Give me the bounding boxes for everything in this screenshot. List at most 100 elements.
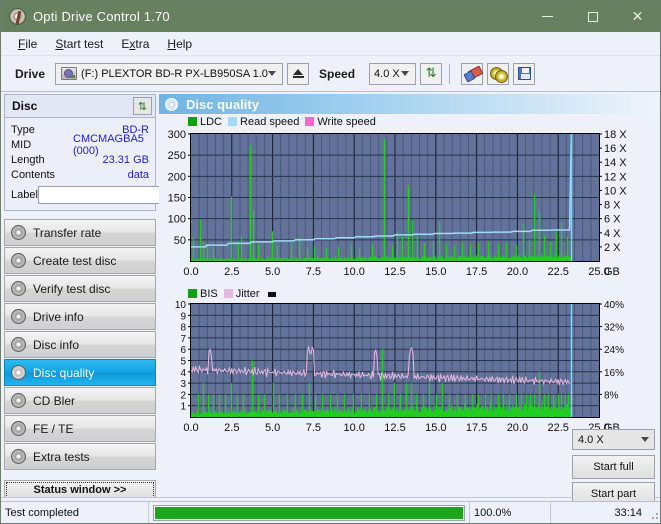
chart1-canvas: 50 100 150 200 250 300 2 X 4 X 6 X 8 X 10 X 12 X 14 … (168, 129, 628, 278)
nav-list: Transfer rate Create test disc Verify te… (4, 219, 156, 500)
window-controls: ✕ (525, 1, 660, 32)
svg-text:0.0: 0.0 (183, 422, 198, 434)
drive-icon (61, 67, 78, 80)
svg-text:17.5: 17.5 (466, 422, 487, 434)
disc-icon (11, 309, 26, 324)
sidebar-item-verify-test-disc[interactable]: Verify test disc (4, 275, 156, 302)
disc-contents-value: data (127, 168, 149, 181)
sidebar-item-create-test-disc[interactable]: Create test disc (4, 247, 156, 274)
svg-text:10: 10 (175, 300, 187, 311)
refresh-button[interactable]: ⇅ (420, 62, 443, 85)
sidebar-item-transfer-rate[interactable]: Transfer rate (4, 219, 156, 246)
svg-text:14 X: 14 X (604, 157, 627, 169)
sidebar-item-drive-info[interactable]: Drive info (4, 303, 156, 330)
sidebar-item-disc-quality[interactable]: Disc quality (4, 359, 156, 386)
disc-icon (11, 449, 26, 464)
svg-text:10 X: 10 X (604, 185, 627, 197)
menu-file[interactable]: File (9, 35, 46, 53)
close-button[interactable]: ✕ (615, 1, 660, 32)
sidebar-item-label: Disc info (33, 337, 80, 352)
ldc-read-speed-chart[interactable]: LDC Read speed Write speed 50 100 150 200 25… (159, 114, 658, 286)
eject-button[interactable] (287, 62, 310, 85)
disc-info-panel: Type BD-R MID CMCMAGBA5 (000) Length 23.… (4, 117, 240, 211)
svg-text:8%: 8% (604, 390, 619, 401)
svg-text:6: 6 (180, 345, 186, 356)
chevron-down-icon (268, 71, 277, 76)
svg-text:16%: 16% (604, 368, 624, 379)
status-message: Test completed (1, 502, 149, 523)
svg-text:2 X: 2 X (604, 242, 621, 254)
chart2-canvas: 12345678910 8% 16% 24% 32% 40% 0.0 2.5 5.0 7.5 10.… (175, 300, 624, 434)
svg-text:10.0: 10.0 (343, 422, 364, 434)
page-title: Disc quality (186, 96, 259, 112)
speed-label: Speed (319, 66, 356, 81)
drive-select-value: (F:) PLEXTOR BD-R PX-LB950SA 1.06 (81, 67, 269, 80)
disc-row: MID CMCMAGBA5 (000) (11, 133, 149, 157)
disc-refresh-button[interactable]: ⇅ (133, 97, 152, 115)
svg-text:18 X: 18 X (604, 129, 627, 141)
disc-icon (11, 337, 26, 352)
resize-grip[interactable] (649, 510, 659, 520)
disc-type-label: Type (11, 123, 35, 136)
menu-extra[interactable]: Extra (112, 35, 158, 53)
menu-file-label: ile (25, 36, 38, 51)
drive-label: Drive (15, 66, 46, 81)
erase-button[interactable] (461, 62, 484, 85)
svg-text:15.0: 15.0 (425, 266, 446, 278)
eject-icon (292, 69, 304, 78)
disc-mid-label: MID (11, 138, 32, 151)
speed-select[interactable]: 4.0 X (369, 62, 417, 85)
save-button[interactable] (513, 62, 536, 85)
disc-tools-icon (490, 66, 509, 83)
svg-text:7.5: 7.5 (306, 422, 321, 434)
svg-text:15.0: 15.0 (425, 422, 446, 434)
svg-text:3: 3 (180, 379, 186, 390)
svg-text:40%: 40% (604, 300, 624, 311)
svg-text:12.5: 12.5 (384, 266, 405, 278)
maximize-button[interactable] (570, 1, 615, 32)
disc-panel-header: Disc ⇅ (4, 94, 156, 117)
svg-text:32%: 32% (604, 323, 624, 334)
sidebar-item-fe-te[interactable]: FE / TE (4, 415, 156, 442)
sidebar-item-disc-info[interactable]: Disc info (4, 331, 156, 358)
test-speed-select[interactable]: 4.0 X (572, 429, 655, 450)
disc-panel-title: Disc (12, 99, 38, 113)
main-body: Disc ⇅ Type BD-R MID CMCMAGBA5 (000) Len… (1, 92, 660, 500)
menu-start-test-label: tart test (63, 36, 104, 51)
progress-bar-fill (155, 506, 463, 519)
sidebar-item-label: Drive info (33, 309, 84, 324)
svg-text:6 X: 6 X (604, 214, 621, 226)
content-header: Disc quality (159, 94, 658, 114)
window-title: Opti Drive Control 1.70 (33, 9, 170, 24)
sidebar: Disc ⇅ Type BD-R MID CMCMAGBA5 (000) Len… (1, 92, 240, 500)
start-full-button[interactable]: Start full (572, 455, 655, 479)
menu-help[interactable]: Help (158, 35, 201, 53)
svg-text:22.5: 22.5 (547, 266, 568, 278)
disc-icon (11, 421, 26, 436)
elapsed-time: 33:14 (614, 506, 642, 519)
svg-text:5: 5 (180, 357, 186, 368)
minimize-icon (542, 16, 553, 17)
sidebar-item-label: FE / TE (33, 421, 74, 436)
erase-icon (465, 68, 480, 79)
svg-text:12.5: 12.5 (384, 422, 405, 434)
app-window: Opti Drive Control 1.70 ✕ File Start tes… (0, 0, 661, 524)
sidebar-item-label: CD Bler (33, 393, 76, 408)
svg-text:200: 200 (168, 171, 186, 183)
menu-start-test[interactable]: Start test (46, 35, 112, 53)
svg-text:300: 300 (168, 129, 186, 141)
save-icon (517, 67, 531, 80)
svg-text:1: 1 (180, 402, 186, 413)
drive-select[interactable]: (F:) PLEXTOR BD-R PX-LB950SA 1.06 (55, 62, 284, 85)
bis-jitter-chart[interactable]: BIS Jitter 1 2 3 4 5 6 7 8 9 10 8% 16% 24% 32% 40% 0.0 2… (159, 286, 658, 441)
sidebar-item-extra-tests[interactable]: Extra tests (4, 443, 156, 470)
sidebar-item-cd-bler[interactable]: CD Bler (4, 387, 156, 414)
minimize-button[interactable] (525, 1, 570, 32)
menu-bar: File Start test Extra Help (1, 32, 660, 56)
svg-text:16 X: 16 X (604, 143, 627, 155)
svg-text:7: 7 (180, 334, 186, 345)
sidebar-item-label: Extra tests (33, 449, 90, 464)
disc-tools-button[interactable] (487, 62, 510, 85)
refresh-icon: ⇅ (137, 99, 148, 113)
svg-text:12 X: 12 X (604, 171, 627, 183)
